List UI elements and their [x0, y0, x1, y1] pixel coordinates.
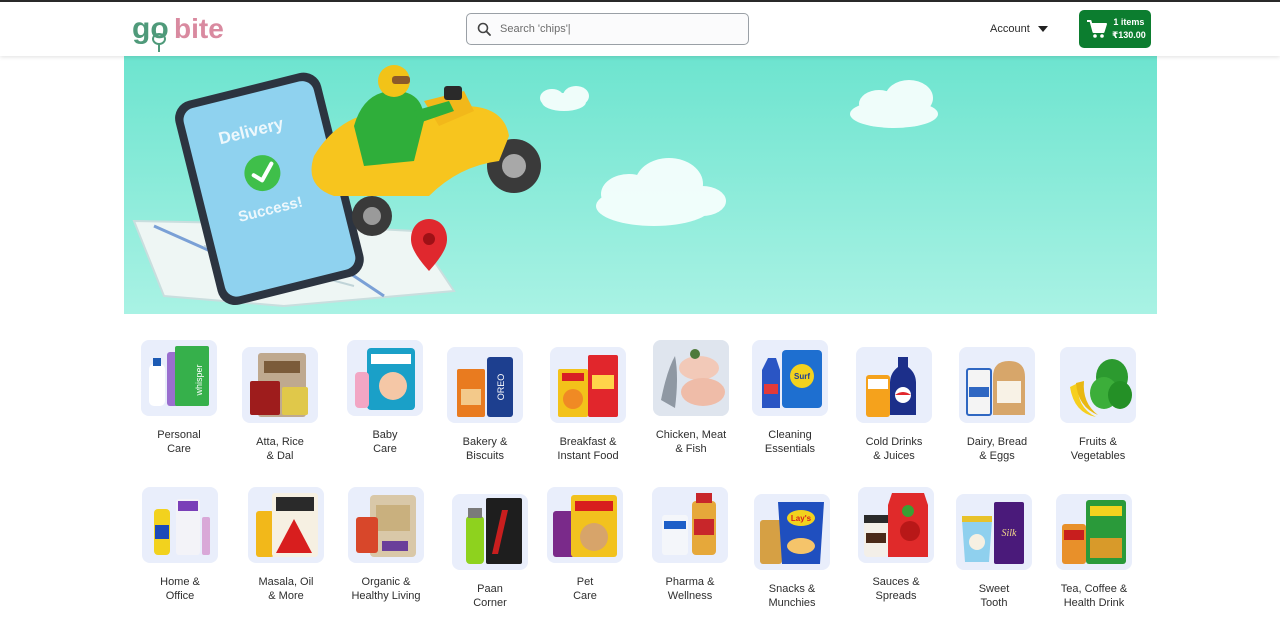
- cereal-noodles-icon: [550, 347, 626, 423]
- tea-health-drink-icon: [1056, 494, 1132, 570]
- ice-cream-chocolate-icon: Silk: [956, 494, 1032, 570]
- category-label-line2: Munchies: [768, 596, 816, 609]
- pet-food-icon: [547, 487, 623, 563]
- category-label-line1: Paan: [477, 583, 503, 595]
- category-label-line2: Biscuits: [466, 449, 504, 462]
- atta-rice-dal-bags-icon: [242, 347, 318, 423]
- cart-button[interactable]: 1 items ₹130.00: [1079, 10, 1151, 48]
- svg-text:Surf: Surf: [794, 372, 810, 381]
- category-label-line1: Sweet: [978, 583, 1010, 595]
- category-label-line2: & Eggs: [979, 449, 1015, 462]
- chips-packets-icon: Lay's: [754, 494, 830, 570]
- category-label-line1: Pet: [576, 576, 594, 588]
- category-label-line2: Care: [167, 442, 191, 455]
- baby-diapers-pack-icon: [347, 340, 423, 416]
- category-label-line2: & More: [268, 589, 304, 602]
- category-label-line2: Wellness: [667, 589, 713, 602]
- account-label: Account: [990, 23, 1030, 35]
- category-label-line1: Masala, Oil: [258, 576, 314, 588]
- category-label-line1: Breakfast &: [559, 436, 617, 448]
- category-label-line2: Healthy Living: [351, 589, 421, 602]
- cart-total: ₹130.00: [1112, 30, 1146, 40]
- category-label-line2: Instant Food: [557, 449, 619, 462]
- personal-care-products-icon: whisper: [141, 340, 217, 416]
- gobite-logo[interactable]: go bite: [131, 8, 226, 54]
- caret-down-icon: [1037, 26, 1048, 32]
- logo-bite-text: bite: [174, 13, 224, 44]
- category-label-line1: Pharma &: [665, 576, 715, 588]
- category-label-line1: Home &: [160, 576, 200, 588]
- organic-pack-icon: [348, 487, 424, 563]
- category-label-line2: Vegetables: [1070, 449, 1126, 462]
- category-label-line2: Tooth: [980, 596, 1008, 609]
- category-label-line1: Organic &: [361, 576, 411, 588]
- svg-text:whisper: whisper: [194, 364, 204, 396]
- category-label-line2: Care: [573, 589, 597, 602]
- masala-oil-icon: [248, 487, 324, 563]
- svg-text:Lay's: Lay's: [791, 514, 812, 523]
- category-label-line2: Spreads: [875, 589, 917, 602]
- svg-text:OREO: OREO: [496, 374, 506, 401]
- banana-spinach-icon: [1060, 347, 1136, 423]
- svg-text:Silk: Silk: [1002, 528, 1018, 539]
- logo-go-text: go: [132, 12, 169, 45]
- search-input[interactable]: [500, 23, 730, 35]
- category-label-line1: Tea, Coffee &: [1060, 583, 1128, 595]
- delivery-scooter-illustration: Delivery Success!: [124, 56, 1157, 314]
- milk-bread-icon: [959, 347, 1035, 423]
- pharma-bottles-icon: [652, 487, 728, 563]
- cart-icon: [1087, 20, 1107, 38]
- account-dropdown[interactable]: Account: [990, 21, 1048, 37]
- category-label-line2: & Fish: [675, 442, 707, 455]
- search-icon: [477, 22, 491, 36]
- category-label-line1: Cold Drinks: [865, 436, 923, 448]
- category-label-line1: Chicken, Meat: [655, 429, 727, 441]
- soft-drink-bottles-icon: [856, 347, 932, 423]
- top-navbar: go bite Account 1 items ₹130.00: [0, 2, 1280, 56]
- cart-item-count: 1 items: [1113, 17, 1145, 27]
- category-label-line1: Baby: [372, 429, 398, 441]
- category-label-line2: & Dal: [266, 449, 294, 462]
- category-label-line1: Sauces &: [872, 576, 920, 588]
- category-label-line1: Cleaning: [768, 429, 812, 441]
- search-bar[interactable]: [466, 13, 749, 45]
- category-label-line1: Bakery &: [462, 436, 508, 448]
- meat-fish-icon: [653, 340, 729, 416]
- category-label-line1: Snacks &: [768, 583, 816, 595]
- category-label-line1: Fruits &: [1079, 436, 1117, 448]
- lighter-paan-icon: [452, 494, 528, 570]
- category-label-line2: Office: [165, 589, 195, 602]
- biscuits-packs-icon: OREO: [447, 347, 523, 423]
- category-label-line2: & Juices: [873, 449, 915, 462]
- category-label-line1: Atta, Rice: [256, 436, 304, 448]
- category-label-line2: Care: [373, 442, 397, 455]
- category-label-line2: Corner: [473, 596, 507, 609]
- sauce-spread-jars-icon: [858, 487, 934, 563]
- category-label-line1: Personal: [157, 429, 201, 441]
- category-label-line1: Dairy, Bread: [966, 436, 1028, 448]
- detergent-cleaner-icon: Surf: [752, 340, 828, 416]
- home-office-supplies-icon: [142, 487, 218, 563]
- category-label-line2: Health Drink: [1063, 596, 1125, 609]
- category-label-line2: Essentials: [764, 442, 816, 455]
- promo-banner[interactable]: Delivery Success!: [124, 56, 1157, 314]
